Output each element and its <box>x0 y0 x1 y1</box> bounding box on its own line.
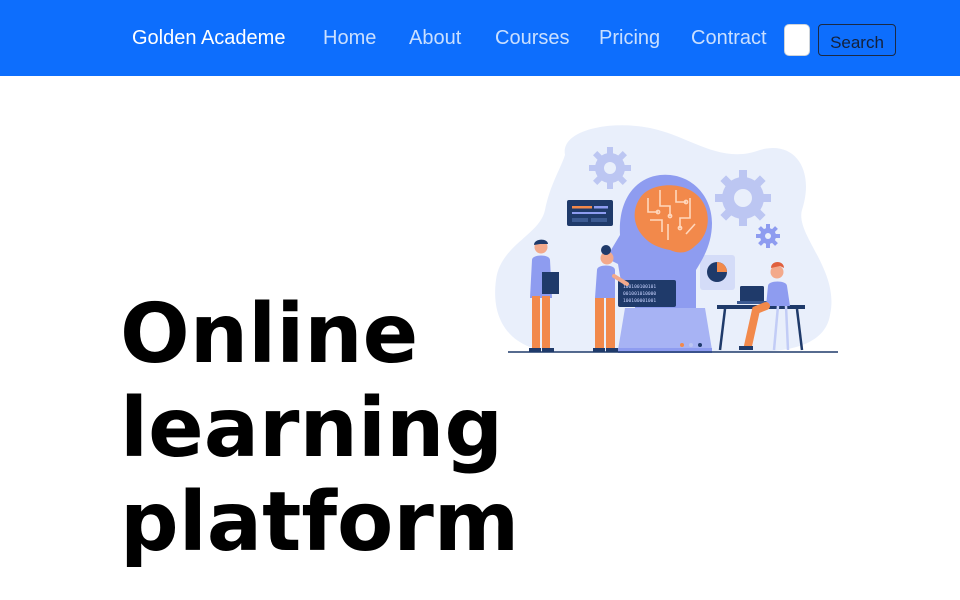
nav-link-contract[interactable]: Contract <box>691 25 767 51</box>
carousel-indicators <box>680 343 702 347</box>
hero-title-line: platform <box>120 475 520 570</box>
search-button[interactable]: Search <box>818 24 896 56</box>
gear-icon <box>715 170 771 226</box>
nav-link-home[interactable]: Home <box>323 25 376 51</box>
hero-title: Online learning platform <box>120 288 519 570</box>
nav-link-about[interactable]: About <box>409 25 461 51</box>
hero-title-line: learning <box>120 381 504 476</box>
hero-title-line: Online <box>120 287 419 382</box>
brand-logo-link[interactable]: Golden Academe <box>132 25 285 51</box>
top-navbar: Golden Academe Home About Courses Pricin… <box>0 0 960 76</box>
binary-line: 001001010000 <box>623 291 656 297</box>
nav-link-pricing[interactable]: Pricing <box>599 25 660 51</box>
ai-brain-learning-illustration: 100100100101 001001010000 100100001001 <box>495 125 838 353</box>
code-card <box>567 200 613 226</box>
binary-line: 100100001001 <box>623 298 656 304</box>
pedestal <box>618 308 712 353</box>
nav-link-courses[interactable]: Courses <box>495 25 569 51</box>
pie-chart-card <box>700 255 735 290</box>
search-input[interactable] <box>784 24 810 56</box>
gear-icon <box>589 147 631 189</box>
gear-icon <box>756 224 780 248</box>
